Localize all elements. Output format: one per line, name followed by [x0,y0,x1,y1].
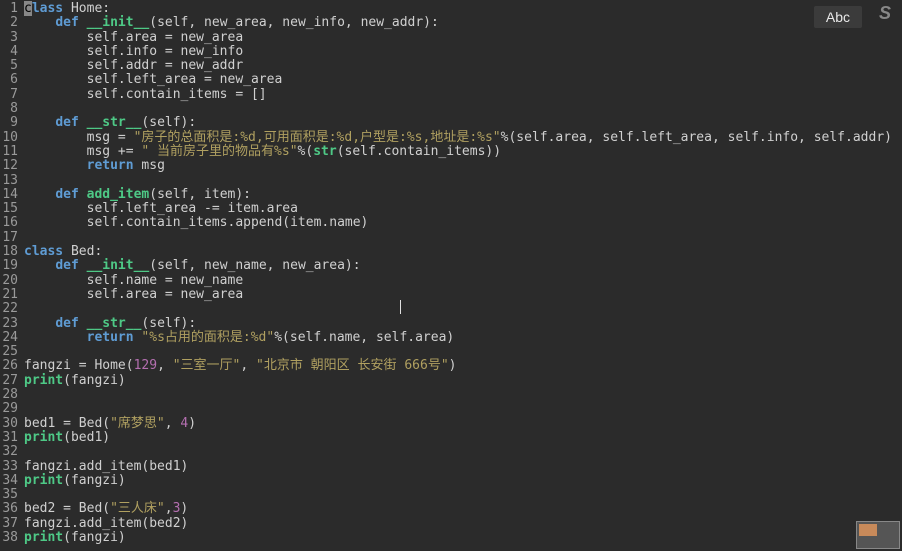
code-line[interactable]: def add_item(self, item): [24,188,902,202]
code-line[interactable]: fangzi.add_item(bed2) [24,517,902,531]
line-number: 13 [0,174,22,188]
code-line[interactable]: self.addr = new_addr [24,59,902,73]
line-number: 10 [0,131,22,145]
code-line[interactable]: print(fangzi) [24,531,902,545]
line-number: 1 [0,2,22,16]
code-line[interactable]: print(fangzi) [24,474,902,488]
line-number: 34 [0,474,22,488]
code-line[interactable] [24,488,902,502]
code-line[interactable]: def __str__(self): [24,116,902,130]
code-line[interactable]: def __init__(self, new_area, new_info, n… [24,16,902,30]
line-number: 4 [0,45,22,59]
code-line[interactable] [24,102,902,116]
thumbnail-preview [856,521,900,549]
code-line[interactable] [24,402,902,416]
line-number: 15 [0,202,22,216]
line-number: 16 [0,216,22,230]
line-number: 17 [0,231,22,245]
code-line[interactable]: fangzi.add_item(bed1) [24,460,902,474]
code-line[interactable]: bed2 = Bed("三人床",3) [24,502,902,516]
code-line[interactable]: class Bed: [24,245,902,259]
code-line[interactable]: self.name = new_name [24,274,902,288]
code-line[interactable]: msg += " 当前房子里的物品有%s"%(str(self.contain_… [24,145,902,159]
app-logo-icon: S [874,6,896,28]
line-number: 5 [0,59,22,73]
code-line[interactable]: return "%s占用的面积是:%d"%(self.name, self.ar… [24,331,902,345]
code-line[interactable]: self.left_area = new_area [24,73,902,87]
code-line[interactable]: self.info = new_info [24,45,902,59]
line-number: 14 [0,188,22,202]
code-line[interactable]: def __init__(self, new_name, new_area): [24,259,902,273]
line-number: 2 [0,16,22,30]
code-line[interactable]: fangzi = Home(129, "三室一厅", "北京市 朝阳区 长安街 … [24,359,902,373]
line-number: 28 [0,388,22,402]
code-line[interactable] [24,445,902,459]
line-number: 26 [0,359,22,373]
code-line[interactable]: msg = "房子的总面积是:%d,可用面积是:%d,户型是:%s,地址是:%s… [24,131,902,145]
code-line[interactable]: print(bed1) [24,431,902,445]
code-line[interactable]: def __str__(self): [24,317,902,331]
code-line[interactable]: self.contain_items = [] [24,88,902,102]
line-number: 7 [0,88,22,102]
text-cursor [400,300,401,314]
code-line[interactable]: self.area = new_area [24,31,902,45]
line-number: 18 [0,245,22,259]
line-number: 21 [0,288,22,302]
line-number: 25 [0,345,22,359]
code-line[interactable]: bed1 = Bed("席梦思", 4) [24,417,902,431]
line-number: 20 [0,274,22,288]
line-number: 3 [0,31,22,45]
code-line[interactable] [24,388,902,402]
code-line[interactable] [24,231,902,245]
code-line[interactable]: self.left_area -= item.area [24,202,902,216]
code-line[interactable]: print(fangzi) [24,374,902,388]
line-number: 33 [0,460,22,474]
line-number: 29 [0,402,22,416]
line-number: 24 [0,331,22,345]
line-number-gutter: 1234567891011121314151617181920212223242… [0,0,22,551]
line-number: 32 [0,445,22,459]
code-area[interactable]: class Home: def __init__(self, new_area,… [22,0,902,551]
line-number: 22 [0,302,22,316]
code-editor[interactable]: 1234567891011121314151617181920212223242… [0,0,902,551]
line-number: 23 [0,317,22,331]
line-number: 11 [0,145,22,159]
line-number: 27 [0,374,22,388]
code-line[interactable]: self.area = new_area [24,288,902,302]
line-number: 35 [0,488,22,502]
ime-badge: Abc [814,6,862,28]
code-line[interactable]: self.contain_items.append(item.name) [24,216,902,230]
line-number: 38 [0,531,22,545]
line-number: 36 [0,502,22,516]
line-number: 9 [0,116,22,130]
line-number: 37 [0,517,22,531]
line-number: 30 [0,417,22,431]
code-line[interactable] [24,174,902,188]
line-number: 6 [0,73,22,87]
code-line[interactable]: class Home: [24,2,902,16]
line-number: 8 [0,102,22,116]
code-line[interactable] [24,302,902,316]
code-line[interactable]: return msg [24,159,902,173]
line-number: 12 [0,159,22,173]
line-number: 31 [0,431,22,445]
line-number: 19 [0,259,22,273]
